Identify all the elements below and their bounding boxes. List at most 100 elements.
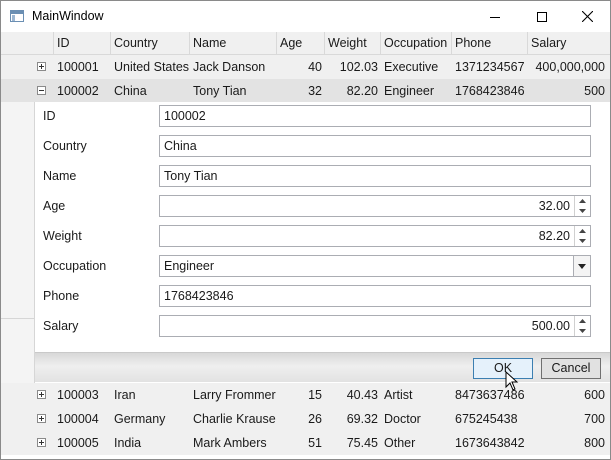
field-label-age: Age — [43, 199, 66, 213]
cell-salary: 700 — [584, 412, 605, 426]
expand-row-icon[interactable] — [37, 414, 46, 423]
spin-up-icon[interactable] — [575, 196, 590, 206]
age-stepper[interactable]: 32.00 — [159, 195, 591, 217]
field-label-country: Country — [43, 139, 87, 153]
cell-age: 15 — [308, 388, 322, 402]
age-spin-buttons — [574, 196, 590, 216]
cell-name: Mark Ambers — [193, 436, 267, 450]
cell-name: Larry Frommer — [193, 388, 276, 402]
field-label-occupation: Occupation — [43, 259, 107, 273]
cell-country: Iran — [114, 388, 136, 402]
cell-id: 100002 — [57, 84, 99, 98]
field-row-weight: Weight 82.20 — [35, 222, 610, 252]
phone-field[interactable]: 1768423846 — [159, 285, 591, 307]
minimize-button[interactable] — [472, 1, 518, 32]
cell-country: India — [114, 436, 142, 450]
row-detail-editor: ID 100002 Country China Name Tony Tian A… — [34, 102, 610, 383]
id-field[interactable]: 100002 — [159, 105, 591, 127]
cell-id: 100003 — [57, 388, 99, 402]
field-label-id: ID — [43, 109, 56, 123]
table-row[interactable]: 100004 Germany Charlie Krause 26 69.32 D… — [1, 407, 610, 431]
cell-weight: 75.45 — [346, 436, 378, 450]
spin-up-icon[interactable] — [575, 226, 590, 236]
cell-phone: 1768423846 — [455, 84, 525, 98]
name-field[interactable]: Tony Tian — [159, 165, 591, 187]
weight-value: 82.20 — [538, 229, 570, 243]
combo-dropdown-button[interactable] — [573, 256, 590, 276]
field-label-phone: Phone — [43, 289, 80, 303]
weight-stepper[interactable]: 82.20 — [159, 225, 591, 247]
ok-button[interactable]: OK — [473, 358, 533, 379]
spin-up-icon[interactable] — [575, 316, 590, 326]
cell-id: 100005 — [57, 436, 99, 450]
column-header-name[interactable]: Name — [190, 32, 277, 55]
field-row-salary: Salary 500.00 — [35, 312, 610, 342]
cell-country: China — [114, 84, 147, 98]
title-bar[interactable]: MainWindow — [1, 1, 610, 32]
close-button[interactable] — [564, 1, 610, 32]
field-label-name: Name — [43, 169, 77, 183]
data-grid[interactable]: ID Country Name Age Weight Occupation Ph… — [1, 32, 610, 459]
cell-occupation: Doctor — [384, 412, 421, 426]
field-row-age: Age 32.00 — [35, 192, 610, 222]
expand-row-icon[interactable] — [37, 390, 46, 399]
cell-age: 26 — [308, 412, 322, 426]
cell-salary: 400,000,000 — [535, 60, 605, 74]
spin-down-icon[interactable] — [575, 326, 590, 336]
spin-down-icon[interactable] — [575, 206, 590, 216]
field-row-phone: Phone 1768423846 — [35, 282, 610, 312]
expand-row-icon[interactable] — [37, 438, 46, 447]
field-row-country: Country China — [35, 132, 610, 162]
cell-salary: 500 — [584, 84, 605, 98]
field-label-weight: Weight — [43, 229, 82, 243]
column-header-weight[interactable]: Weight — [325, 32, 381, 55]
maximize-button[interactable] — [519, 1, 565, 32]
column-header-id[interactable]: ID — [54, 32, 111, 55]
occupation-combobox[interactable]: Engineer — [159, 255, 591, 277]
column-header-country[interactable]: Country — [111, 32, 190, 55]
column-header-occupation[interactable]: Occupation — [381, 32, 452, 55]
cell-occupation: Engineer — [384, 84, 435, 98]
table-row[interactable]: 100001 United States Jack Danson 40 102.… — [1, 55, 610, 79]
country-field[interactable]: China — [159, 135, 591, 157]
field-row-id: ID 100002 — [35, 102, 610, 132]
row-header-band — [1, 102, 35, 383]
header-expander-spacer — [35, 32, 54, 55]
cell-occupation: Artist — [384, 388, 413, 402]
table-row-selected[interactable]: 100002 China Tony Tian 32 82.20 Engineer… — [1, 79, 610, 103]
salary-stepper[interactable]: 500.00 — [159, 315, 591, 337]
cell-id: 100004 — [57, 412, 99, 426]
cell-age: 51 — [308, 436, 322, 450]
field-row-name: Name Tony Tian — [35, 162, 610, 192]
weight-spin-buttons — [574, 226, 590, 246]
age-value: 32.00 — [538, 199, 570, 213]
cancel-button[interactable]: Cancel — [541, 358, 601, 379]
close-icon — [581, 11, 593, 22]
field-row-occupation: Occupation Engineer — [35, 252, 610, 282]
grid-header: ID Country Name Age Weight Occupation Ph… — [1, 32, 610, 55]
cell-name: Charlie Krause — [193, 412, 276, 426]
collapse-row-icon[interactable] — [37, 86, 46, 95]
row-divider — [1, 318, 34, 319]
column-header-salary[interactable]: Salary — [528, 32, 610, 55]
minimize-icon — [490, 16, 500, 18]
spin-down-icon[interactable] — [575, 236, 590, 246]
cell-weight: 40.43 — [346, 388, 378, 402]
main-window: MainWindow ID Country Name Age Weight Oc… — [0, 0, 611, 460]
cell-country: United States — [114, 60, 190, 74]
table-row[interactable]: 100005 India Mark Ambers 51 75.45 Other … — [1, 431, 610, 455]
expand-row-icon[interactable] — [37, 62, 46, 71]
app-window-icon — [10, 10, 24, 22]
cell-salary: 800 — [584, 436, 605, 450]
cell-phone: 1673643842 — [455, 436, 525, 450]
cell-name: Tony Tian — [193, 84, 247, 98]
cell-weight: 102.03 — [339, 60, 378, 74]
column-header-age[interactable]: Age — [277, 32, 325, 55]
cell-weight: 82.20 — [346, 84, 378, 98]
cell-occupation: Other — [384, 436, 416, 450]
chevron-down-icon — [578, 263, 586, 269]
cell-occupation: Executive — [384, 60, 439, 74]
mouse-cursor-icon — [505, 371, 519, 391]
column-header-phone[interactable]: Phone — [452, 32, 528, 55]
detail-button-bar: OK Cancel — [35, 352, 610, 382]
